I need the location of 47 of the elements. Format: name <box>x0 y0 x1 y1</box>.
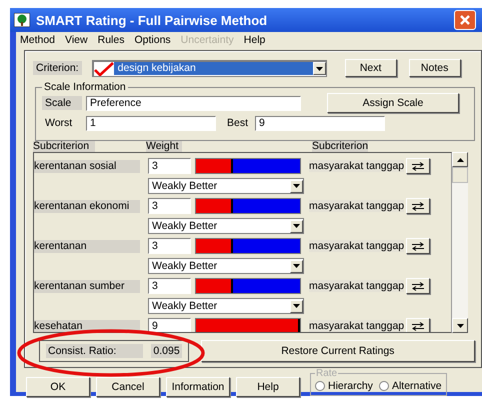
comparison-dropdown[interactable]: Weakly Better <box>148 218 304 234</box>
worst-field[interactable]: 1 <box>86 116 216 130</box>
best-label: Best <box>226 116 250 130</box>
assign-scale-button[interactable]: Assign Scale <box>327 93 459 113</box>
subcriterion-name: kerentanan ekonomi <box>34 200 140 212</box>
criterion-label: Criterion: <box>33 61 82 75</box>
scale-field[interactable]: Preference <box>86 96 301 110</box>
menu-item[interactable]: View <box>65 34 88 46</box>
comparison-dropdown[interactable]: Weakly Better <box>148 298 304 314</box>
toolbar-button[interactable]: Notes <box>408 59 461 77</box>
window-title: SMART Rating - Full Pairwise Method <box>36 12 268 28</box>
subcriterion-name: kerentanan sumber <box>34 280 140 292</box>
weight-field[interactable]: 9 <box>148 318 191 332</box>
subcriterion-name: masyarakat tanggap <box>309 200 404 212</box>
comparison-dropdown[interactable]: Weakly Better <box>148 178 304 194</box>
weight-field[interactable]: 3 <box>148 278 191 294</box>
weight-field[interactable]: 3 <box>148 198 191 214</box>
group-title: Scale Information <box>43 81 127 93</box>
consistency-label: Consist. Ratio: <box>46 344 144 358</box>
best-field[interactable]: 9 <box>255 116 386 130</box>
weight-field[interactable]: 3 <box>148 238 191 254</box>
dialog-button[interactable]: Cancel <box>96 377 160 397</box>
comparison-dropdown[interactable]: Weakly Better <box>148 258 304 274</box>
column-header: Weight <box>146 141 182 152</box>
subcriterion-name: masyarakat tanggap <box>309 280 404 292</box>
subcriterion-name: masyarakat tanggap <box>309 160 404 172</box>
group-title: Rate <box>315 369 338 378</box>
toolbar-button[interactable]: Next <box>344 59 397 77</box>
worst-label: Worst <box>44 116 74 130</box>
menu-item[interactable]: Options <box>134 34 171 46</box>
subcriterion-name: masyarakat tanggap <box>309 320 404 332</box>
dialog-button[interactable]: OK <box>26 377 90 397</box>
restore-button[interactable]: Restore Current Ratings <box>200 340 475 362</box>
subcriterion-name: masyarakat tanggap <box>309 240 404 252</box>
weight-field[interactable]: 3 <box>148 158 191 174</box>
dialog-button[interactable]: Information <box>166 377 230 397</box>
menu-item[interactable]: Method <box>20 34 56 46</box>
column-header: Subcriterion <box>33 141 95 152</box>
subcriterion-name: kerentanan <box>34 240 140 252</box>
menu-item[interactable]: Rules <box>98 34 124 46</box>
menu-item[interactable]: Help <box>244 34 266 46</box>
subcriterion-name: kerentanan sosial <box>34 160 140 172</box>
dialog-button[interactable]: Help <box>236 377 300 397</box>
scale-label: Scale <box>42 96 82 110</box>
consistency-value: 0.095 <box>151 344 182 358</box>
criterion-dropdown[interactable]: design kebijakan <box>92 60 327 76</box>
column-header: Subcriterion <box>312 141 368 152</box>
